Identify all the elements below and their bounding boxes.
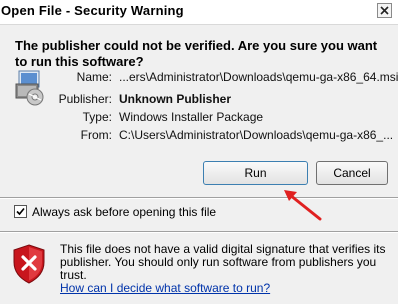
- divider: [0, 231, 398, 233]
- detail-value-from: C:\Users\Administrator\Downloads\qemu-ga…: [119, 128, 394, 142]
- window-title: Open File - Security Warning: [1, 3, 184, 18]
- red-arrow-annotation: [284, 190, 322, 221]
- detail-label-type: Type:: [82, 110, 112, 124]
- verification-question: The publisher could not be verified. Are…: [15, 38, 378, 69]
- detail-value-type: Windows Installer Package: [119, 110, 264, 124]
- run-button[interactable]: Run: [203, 161, 308, 185]
- close-button[interactable]: [377, 3, 392, 18]
- help-link[interactable]: How can I decide what software to run?: [60, 281, 270, 295]
- cancel-button[interactable]: Cancel: [316, 161, 388, 185]
- detail-label-publisher: Publisher:: [58, 92, 112, 106]
- detail-row-from: From: C:\Users\Administrator\Downloads\q…: [0, 128, 398, 144]
- detail-value-name: ...ers\Administrator\Downloads\qemu-ga-x…: [119, 70, 398, 84]
- detail-value-publisher: Unknown Publisher: [119, 92, 232, 106]
- security-warning-dialog: Open File - Security Warning The publish…: [0, 0, 398, 304]
- title-bar[interactable]: Open File - Security Warning: [0, 0, 398, 25]
- detail-label-name: Name:: [76, 70, 112, 84]
- detail-row-type: Type: Windows Installer Package: [0, 110, 398, 126]
- warning-message: This file does not have a valid digital …: [60, 242, 386, 282]
- detail-label-from: From:: [80, 128, 112, 142]
- signature-warning: This file does not have a valid digital …: [60, 243, 390, 295]
- always-ask-label[interactable]: Always ask before opening this file: [32, 205, 216, 219]
- detail-row-publisher: Publisher: Unknown Publisher: [0, 92, 398, 108]
- checkmark-icon: [16, 207, 25, 216]
- always-ask-checkbox[interactable]: [14, 205, 27, 218]
- detail-row-name: Name: ...ers\Administrator\Downloads\qem…: [0, 70, 398, 86]
- security-shield-icon: [13, 244, 45, 284]
- close-icon: [380, 6, 389, 15]
